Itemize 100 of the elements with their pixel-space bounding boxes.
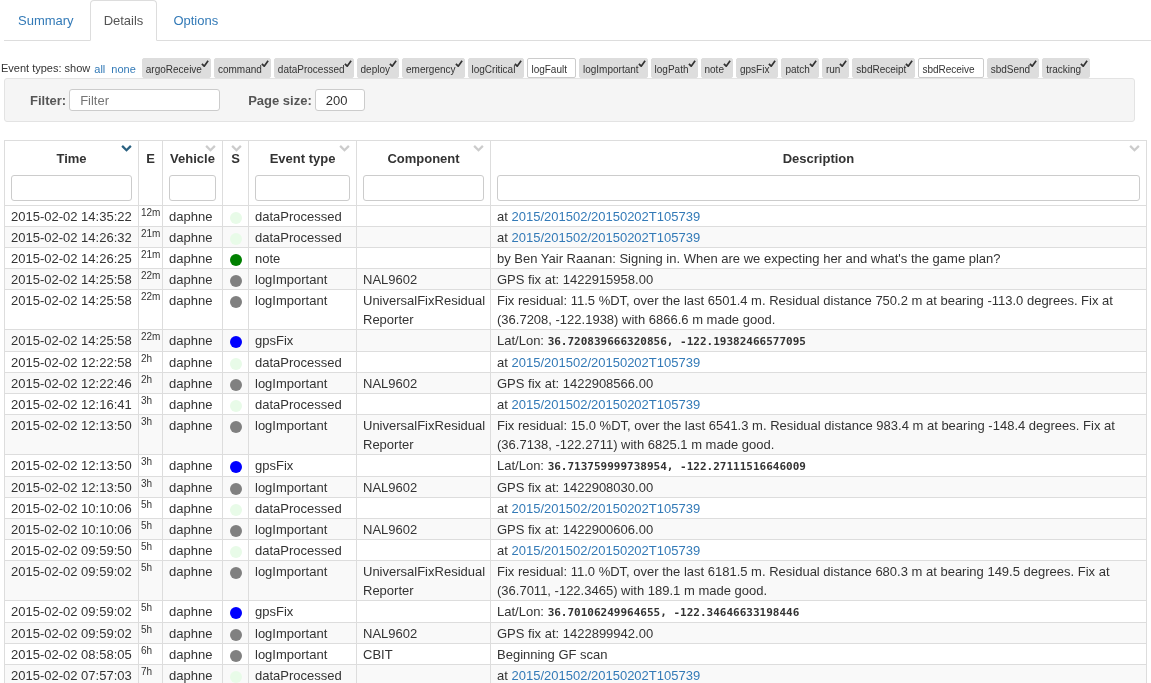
elapsed-cell: 22m: [141, 331, 161, 342]
description-text: Beginning GF scan: [497, 647, 608, 662]
event-type-toggle[interactable]: argoReceive: [141, 58, 211, 78]
checkmark-icon: [1080, 60, 1089, 67]
column-filter-field[interactable]: [363, 175, 484, 201]
checkmark-icon: [839, 60, 848, 67]
description-text: at: [497, 209, 508, 224]
vehicle-cell: daphne: [169, 418, 213, 433]
vehicle-cell: daphne: [169, 397, 213, 412]
column-filter-field[interactable]: [169, 175, 216, 201]
time-cell: 2015-02-02 09:59:02: [11, 604, 132, 619]
vehicle-cell: daphne: [169, 355, 213, 370]
checkmark-icon: [260, 60, 269, 67]
elapsed-cell: 12m: [141, 207, 161, 218]
column-header[interactable]: Description: [782, 151, 855, 167]
description-link[interactable]: 2015/201502/20150202T105739: [511, 355, 701, 370]
time-cell: 2015-02-02 14:25:58: [11, 293, 132, 308]
component-cell: UniversalFixResidual Reporter: [363, 293, 486, 327]
event-type-toggle[interactable]: sbdReceipt: [852, 58, 916, 78]
show-none-link[interactable]: none: [111, 63, 136, 78]
column-header[interactable]: Vehicle: [170, 151, 215, 167]
event-type-cell: dataProcessed: [255, 668, 342, 683]
description-link[interactable]: 2015/201502/20150202T105739: [511, 209, 701, 224]
event-type-toggle[interactable]: deploy: [356, 58, 400, 78]
checkmark-icon: [389, 60, 398, 67]
position-value: 36.720839666320856, -122.19382466577095: [547, 335, 806, 348]
component-cell: NAL9602: [363, 522, 418, 537]
tab[interactable]: Details: [89, 0, 158, 41]
column-header[interactable]: Event type: [269, 151, 336, 167]
event-type-toggle[interactable]: note: [700, 58, 733, 78]
vehicle-cell: daphne: [169, 501, 213, 516]
component-cell: NAL9602: [363, 626, 418, 641]
column-filter-field[interactable]: [497, 175, 1140, 201]
event-type-toggle[interactable]: sbdReceive: [918, 58, 984, 78]
vehicle-cell: daphne: [169, 564, 213, 579]
event-type-toggle[interactable]: run: [821, 58, 850, 78]
description-text: GPS fix at: 1422899942.00: [497, 626, 654, 641]
checkmark-icon: [637, 60, 646, 67]
event-type-cell: gpsFix: [255, 333, 294, 348]
time-cell: 2015-02-02 10:10:06: [11, 522, 132, 537]
event-type-toggle[interactable]: gpsFix: [735, 58, 779, 78]
elapsed-cell: 2h: [141, 374, 153, 385]
component-cell: NAL9602: [363, 480, 418, 495]
checkmark-icon: [722, 60, 731, 67]
event-type-toggle[interactable]: emergency: [402, 58, 465, 78]
column-header[interactable]: E: [146, 151, 155, 167]
vehicle-cell: daphne: [169, 522, 213, 537]
event-type-cell: logImportant: [255, 564, 328, 579]
event-type-cell: logImportant: [255, 480, 328, 495]
event-type-toggle[interactable]: patch: [781, 58, 819, 78]
time-cell: 2015-02-02 09:59:02: [11, 564, 132, 579]
event-type-toggle[interactable]: dataProcessed: [273, 58, 354, 78]
event-type-cell: logImportant: [255, 626, 328, 641]
description-link[interactable]: 2015/201502/20150202T105739: [511, 230, 701, 245]
description-text: at: [497, 501, 508, 516]
vehicle-cell: daphne: [169, 376, 213, 391]
column-filter-field[interactable]: [11, 175, 132, 201]
vehicle-cell: daphne: [169, 480, 213, 495]
description-text: GPS fix at: 1422908566.00: [497, 376, 654, 391]
event-type-toggle[interactable]: logPath: [650, 58, 698, 78]
elapsed-cell: 5h: [141, 624, 153, 635]
time-cell: 2015-02-02 14:35:22: [11, 209, 132, 224]
time-cell: 2015-02-02 14:25:58: [11, 272, 132, 287]
elapsed-cell: 21m: [141, 228, 161, 239]
event-type-toggle[interactable]: logCritical: [467, 58, 525, 78]
elapsed-cell: 3h: [141, 478, 153, 489]
event-type-cell: dataProcessed: [255, 543, 342, 558]
description-link[interactable]: 2015/201502/20150202T105739: [511, 501, 701, 516]
description-link[interactable]: 2015/201502/20150202T105739: [511, 668, 701, 683]
event-type-toggle[interactable]: logFault: [527, 58, 576, 78]
sort-caret-icon[interactable]: [121, 145, 132, 152]
description-text: at: [497, 668, 508, 683]
column-header[interactable]: Time: [56, 151, 87, 167]
description-link[interactable]: 2015/201502/20150202T105739: [511, 543, 701, 558]
column-header[interactable]: Component: [387, 151, 460, 167]
event-type-toggle[interactable]: logImportant: [579, 58, 648, 78]
description-text: at: [497, 543, 508, 558]
time-cell: 2015-02-02 09:59:02: [11, 626, 132, 641]
event-type-cell: dataProcessed: [255, 209, 342, 224]
tab[interactable]: Summary: [4, 0, 88, 41]
event-type-toggle[interactable]: command: [213, 58, 271, 78]
event-type-toggle[interactable]: sbdSend: [986, 58, 1040, 78]
tab[interactable]: Options: [159, 0, 233, 41]
show-all-link[interactable]: all: [94, 63, 106, 78]
vehicle-cell: daphne: [169, 272, 213, 287]
description-link[interactable]: 2015/201502/20150202T105739: [511, 397, 701, 412]
filter-field[interactable]: Filter: [69, 89, 221, 111]
column-header[interactable]: S: [231, 151, 240, 167]
column-filter-field[interactable]: [255, 175, 350, 201]
elapsed-cell: 22m: [141, 270, 161, 281]
description-text: at: [497, 230, 508, 245]
event-type-cell: logImportant: [255, 522, 328, 537]
event-type-cell: logImportant: [255, 272, 328, 287]
description-text: GPS fix at: 1422900606.00: [497, 522, 654, 537]
event-types-label: Event types: show: [1, 62, 91, 76]
event-type-cell: dataProcessed: [255, 355, 342, 370]
elapsed-cell: 5h: [141, 520, 153, 531]
event-type-cell: logImportant: [255, 647, 328, 662]
event-type-toggle[interactable]: tracking: [1042, 58, 1091, 78]
page-size-field[interactable]: 200: [314, 89, 365, 111]
